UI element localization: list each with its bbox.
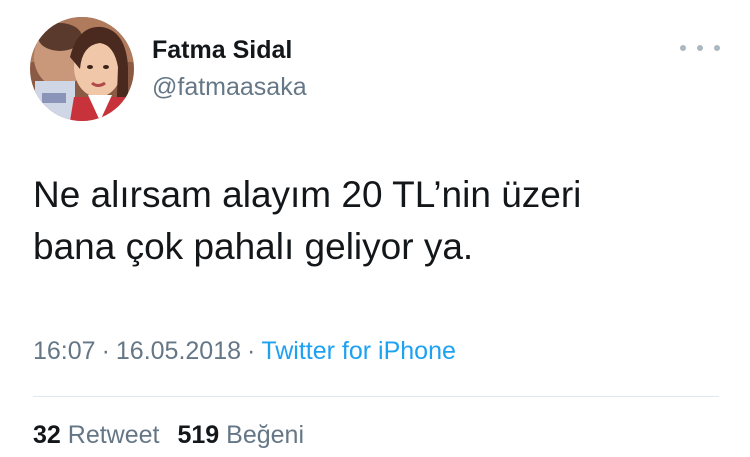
like-count: 519 bbox=[177, 421, 220, 449]
avatar-photo bbox=[30, 17, 134, 121]
retweet-count: 32 bbox=[33, 421, 61, 449]
tweet-date[interactable]: 16.05.2018 bbox=[116, 337, 241, 365]
tweet-meta: 16:07 · 16.05.2018 · Twitter for iPhone bbox=[33, 337, 456, 366]
more-horizontal-icon[interactable] bbox=[680, 38, 720, 58]
tweet-text: Ne alırsam alayım 20 TL’nin üzeri bana ç… bbox=[33, 169, 723, 273]
more-dot bbox=[697, 45, 703, 51]
author-handle[interactable]: @fatmaasaka bbox=[152, 73, 307, 102]
meta-separator: · bbox=[247, 337, 256, 365]
meta-separator: · bbox=[101, 337, 110, 365]
tweet-text-line: bana çok pahalı geliyor ya. bbox=[33, 226, 474, 267]
retweet-label: Retweet bbox=[67, 421, 160, 449]
tweet-text-line: Ne alırsam alayım 20 TL’nin üzeri bbox=[33, 174, 582, 215]
more-dot bbox=[714, 45, 720, 51]
like-stat[interactable]: 519 Beğeni bbox=[177, 421, 304, 449]
more-dot bbox=[680, 45, 686, 51]
tweet-stats: 32 Retweet 519 Beğeni bbox=[33, 421, 304, 450]
tweet-source-link[interactable]: Twitter for iPhone bbox=[261, 337, 456, 365]
like-label: Beğeni bbox=[226, 421, 305, 449]
tweet-time[interactable]: 16:07 bbox=[33, 337, 96, 365]
author-name[interactable]: Fatma Sidal bbox=[152, 36, 292, 65]
retweet-stat[interactable]: 32 Retweet bbox=[33, 421, 159, 449]
avatar[interactable] bbox=[30, 17, 134, 121]
divider bbox=[33, 396, 719, 397]
